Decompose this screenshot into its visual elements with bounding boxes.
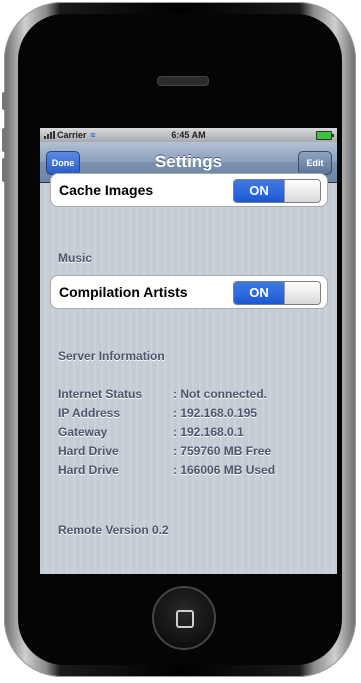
home-button[interactable] xyxy=(152,586,216,650)
compilation-artists-label: Compilation Artists xyxy=(59,284,188,300)
volume-up-button xyxy=(2,128,7,152)
compilation-artists-cell: Compilation Artists ON xyxy=(50,275,328,309)
settings-list[interactable]: Cache Images ON Music Compilation Artist… xyxy=(40,173,337,574)
toggle-knob xyxy=(284,180,320,202)
info-value: : 192.168.0.195 xyxy=(173,406,258,420)
info-value: : 192.168.0.1 xyxy=(173,425,244,439)
cache-images-cell: Cache Images ON xyxy=(50,173,328,207)
toggle-knob xyxy=(284,282,320,304)
volume-down-button xyxy=(2,158,7,182)
info-row-internet-status: Internet Status : Not connected. xyxy=(58,387,267,401)
page-title: Settings xyxy=(154,152,223,171)
status-time: 6:45 AM xyxy=(171,130,206,140)
info-row-hard-drive-used: Hard Drive : 166006 MB Used xyxy=(58,463,275,477)
info-value: : 759760 MB Free xyxy=(173,444,272,458)
info-label: Hard Drive xyxy=(58,463,119,477)
music-section-header: Music xyxy=(58,251,93,265)
info-label: IP Address xyxy=(58,406,121,420)
cache-images-toggle[interactable]: ON xyxy=(233,179,321,203)
battery-icon xyxy=(316,131,334,140)
info-row-gateway: Gateway : 192.168.0.1 xyxy=(58,425,244,439)
remote-version-label: Remote Version 0.2 xyxy=(58,523,169,537)
compilation-artists-toggle[interactable]: ON xyxy=(233,281,321,305)
info-value: : Not connected. xyxy=(173,387,268,401)
toggle-on-label: ON xyxy=(234,282,284,304)
server-info-header: Server Information xyxy=(58,349,165,363)
screen: Carrier ≈ 6:45 AM Done Settings Edit Cac… xyxy=(40,128,337,574)
cache-images-label: Cache Images xyxy=(59,182,154,198)
info-value: : 166006 MB Used xyxy=(173,463,276,477)
info-row-ip-address: IP Address : 192.168.0.195 xyxy=(58,406,257,420)
status-bar: Carrier ≈ 6:45 AM xyxy=(40,128,337,142)
earpiece-speaker xyxy=(157,76,209,86)
info-label: Gateway xyxy=(58,425,108,439)
edit-button[interactable]: Edit xyxy=(298,151,332,175)
toggle-on-label: ON xyxy=(234,180,284,202)
home-square-icon xyxy=(176,610,194,628)
info-row-hard-drive-free: Hard Drive : 759760 MB Free xyxy=(58,444,271,458)
ringer-switch xyxy=(2,92,7,110)
info-label: Internet Status xyxy=(58,387,143,401)
info-label: Hard Drive xyxy=(58,444,119,458)
